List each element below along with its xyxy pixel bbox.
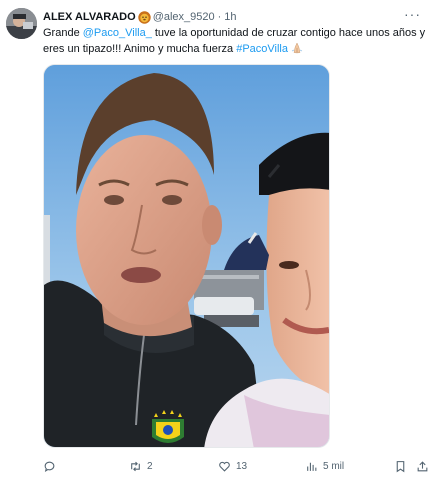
views-button[interactable]: 5 mil <box>305 458 344 474</box>
retweet-icon <box>131 461 140 471</box>
share-icon <box>417 460 428 471</box>
praying-hands-emoji-icon <box>291 42 303 54</box>
analytics-icon <box>307 462 317 471</box>
heart-icon <box>219 461 230 472</box>
like-count: 13 <box>236 460 248 472</box>
tweet-timestamp[interactable]: 1h <box>224 11 236 23</box>
like-button[interactable]: 13 <box>218 458 247 474</box>
separator-dot: · <box>217 11 222 23</box>
tweet-media-photo[interactable] <box>43 64 330 448</box>
retweet-count: 2 <box>147 460 153 472</box>
tweet-header: ALEX ALVARADO @alex_9520 · 1h ··· <box>43 7 421 25</box>
views-count: 5 mil <box>323 460 345 472</box>
author-name[interactable]: ALEX ALVARADO <box>43 11 136 23</box>
bookmark-button[interactable] <box>394 458 407 474</box>
mention-link[interactable]: @Paco_Villa_ <box>83 27 152 39</box>
lion-emoji-icon <box>137 10 151 24</box>
author-avatar[interactable] <box>6 8 37 39</box>
tweet-actions: 2 13 5 mil <box>43 458 429 474</box>
share-button[interactable] <box>416 458 429 474</box>
bookmark-icon <box>396 460 405 472</box>
reply-icon <box>44 461 55 472</box>
reply-button[interactable] <box>43 458 61 474</box>
more-dots-icon[interactable]: ··· <box>404 7 421 25</box>
hashtag-link[interactable]: #PacoVilla <box>236 43 288 55</box>
author-handle[interactable]: @alex_9520 <box>153 11 215 23</box>
tweet-text: Grande @Paco_Villa_ tuve la oportunidad … <box>43 25 431 57</box>
retweet-button[interactable]: 2 <box>129 458 153 474</box>
tweet-text-part1: Grande <box>43 27 83 39</box>
